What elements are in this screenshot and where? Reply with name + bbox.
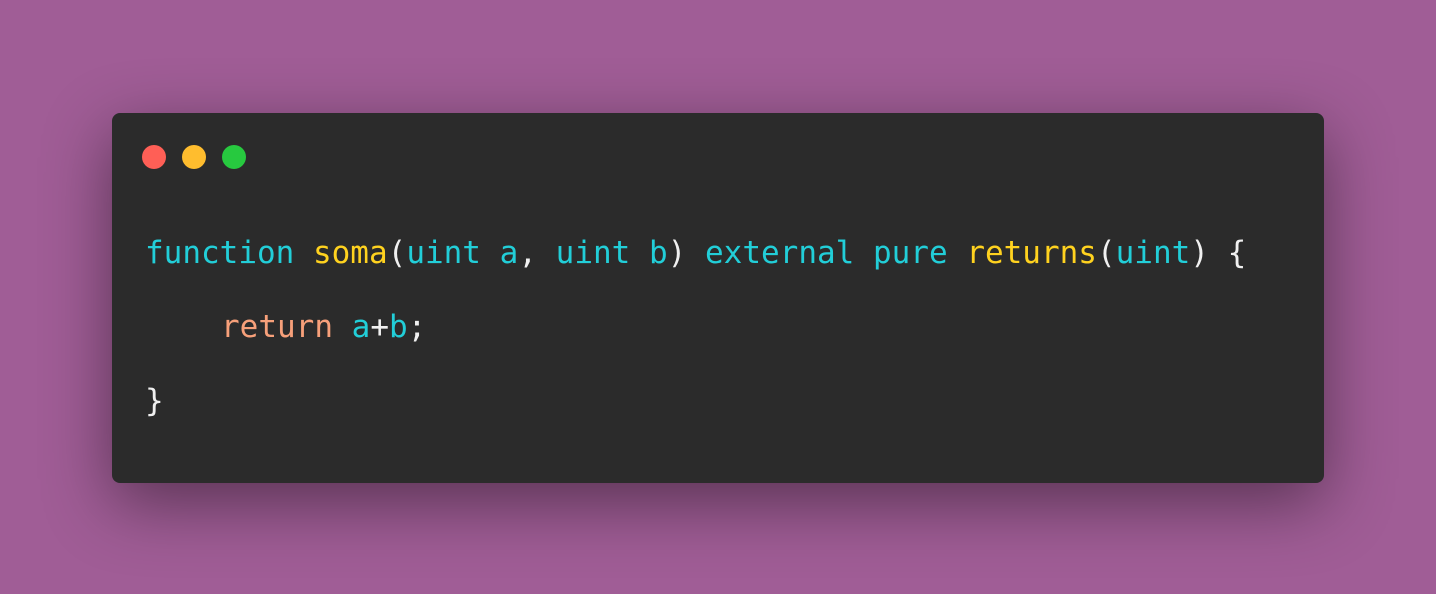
code-block: function soma(uint a, uint b) external p… xyxy=(145,229,1246,451)
code-token-keyword: function xyxy=(145,235,295,271)
code-token-keyword: uint xyxy=(555,235,631,271)
code-token-punct: } xyxy=(145,383,164,419)
close-dot-icon[interactable] xyxy=(142,145,166,169)
code-line: } xyxy=(145,377,1246,451)
window-controls xyxy=(142,145,246,169)
code-token-punct: , xyxy=(518,235,537,271)
code-line: return a+b; xyxy=(145,303,1246,377)
code-token-keyword: a xyxy=(499,235,519,271)
code-token-keyword: b xyxy=(389,309,408,345)
code-token-punct: ( xyxy=(387,235,407,271)
code-token-punct: { xyxy=(1227,235,1247,271)
code-token-keyword: external xyxy=(705,235,855,271)
code-token-keyword: uint xyxy=(1115,235,1191,271)
code-token-name: soma xyxy=(312,235,388,271)
code-token-keyword: pure xyxy=(872,235,948,271)
code-token-punct: ) xyxy=(1190,235,1209,271)
code-token-keyword: a xyxy=(351,309,371,345)
code-token-name: returns xyxy=(966,235,1097,271)
maximize-dot-icon[interactable] xyxy=(222,145,246,169)
code-line: function soma(uint a, uint b) external p… xyxy=(145,229,1246,303)
code-token-punct: ) xyxy=(667,235,687,271)
code-token-punct: ( xyxy=(1096,235,1116,271)
minimize-dot-icon[interactable] xyxy=(182,145,206,169)
code-token-return: return xyxy=(221,309,333,345)
code-token-punct: + xyxy=(370,309,389,345)
code-token-keyword: b xyxy=(648,235,668,271)
code-window: function soma(uint a, uint b) external p… xyxy=(112,113,1324,483)
code-token-keyword: uint xyxy=(406,235,481,271)
code-token-punct: ; xyxy=(407,309,427,345)
